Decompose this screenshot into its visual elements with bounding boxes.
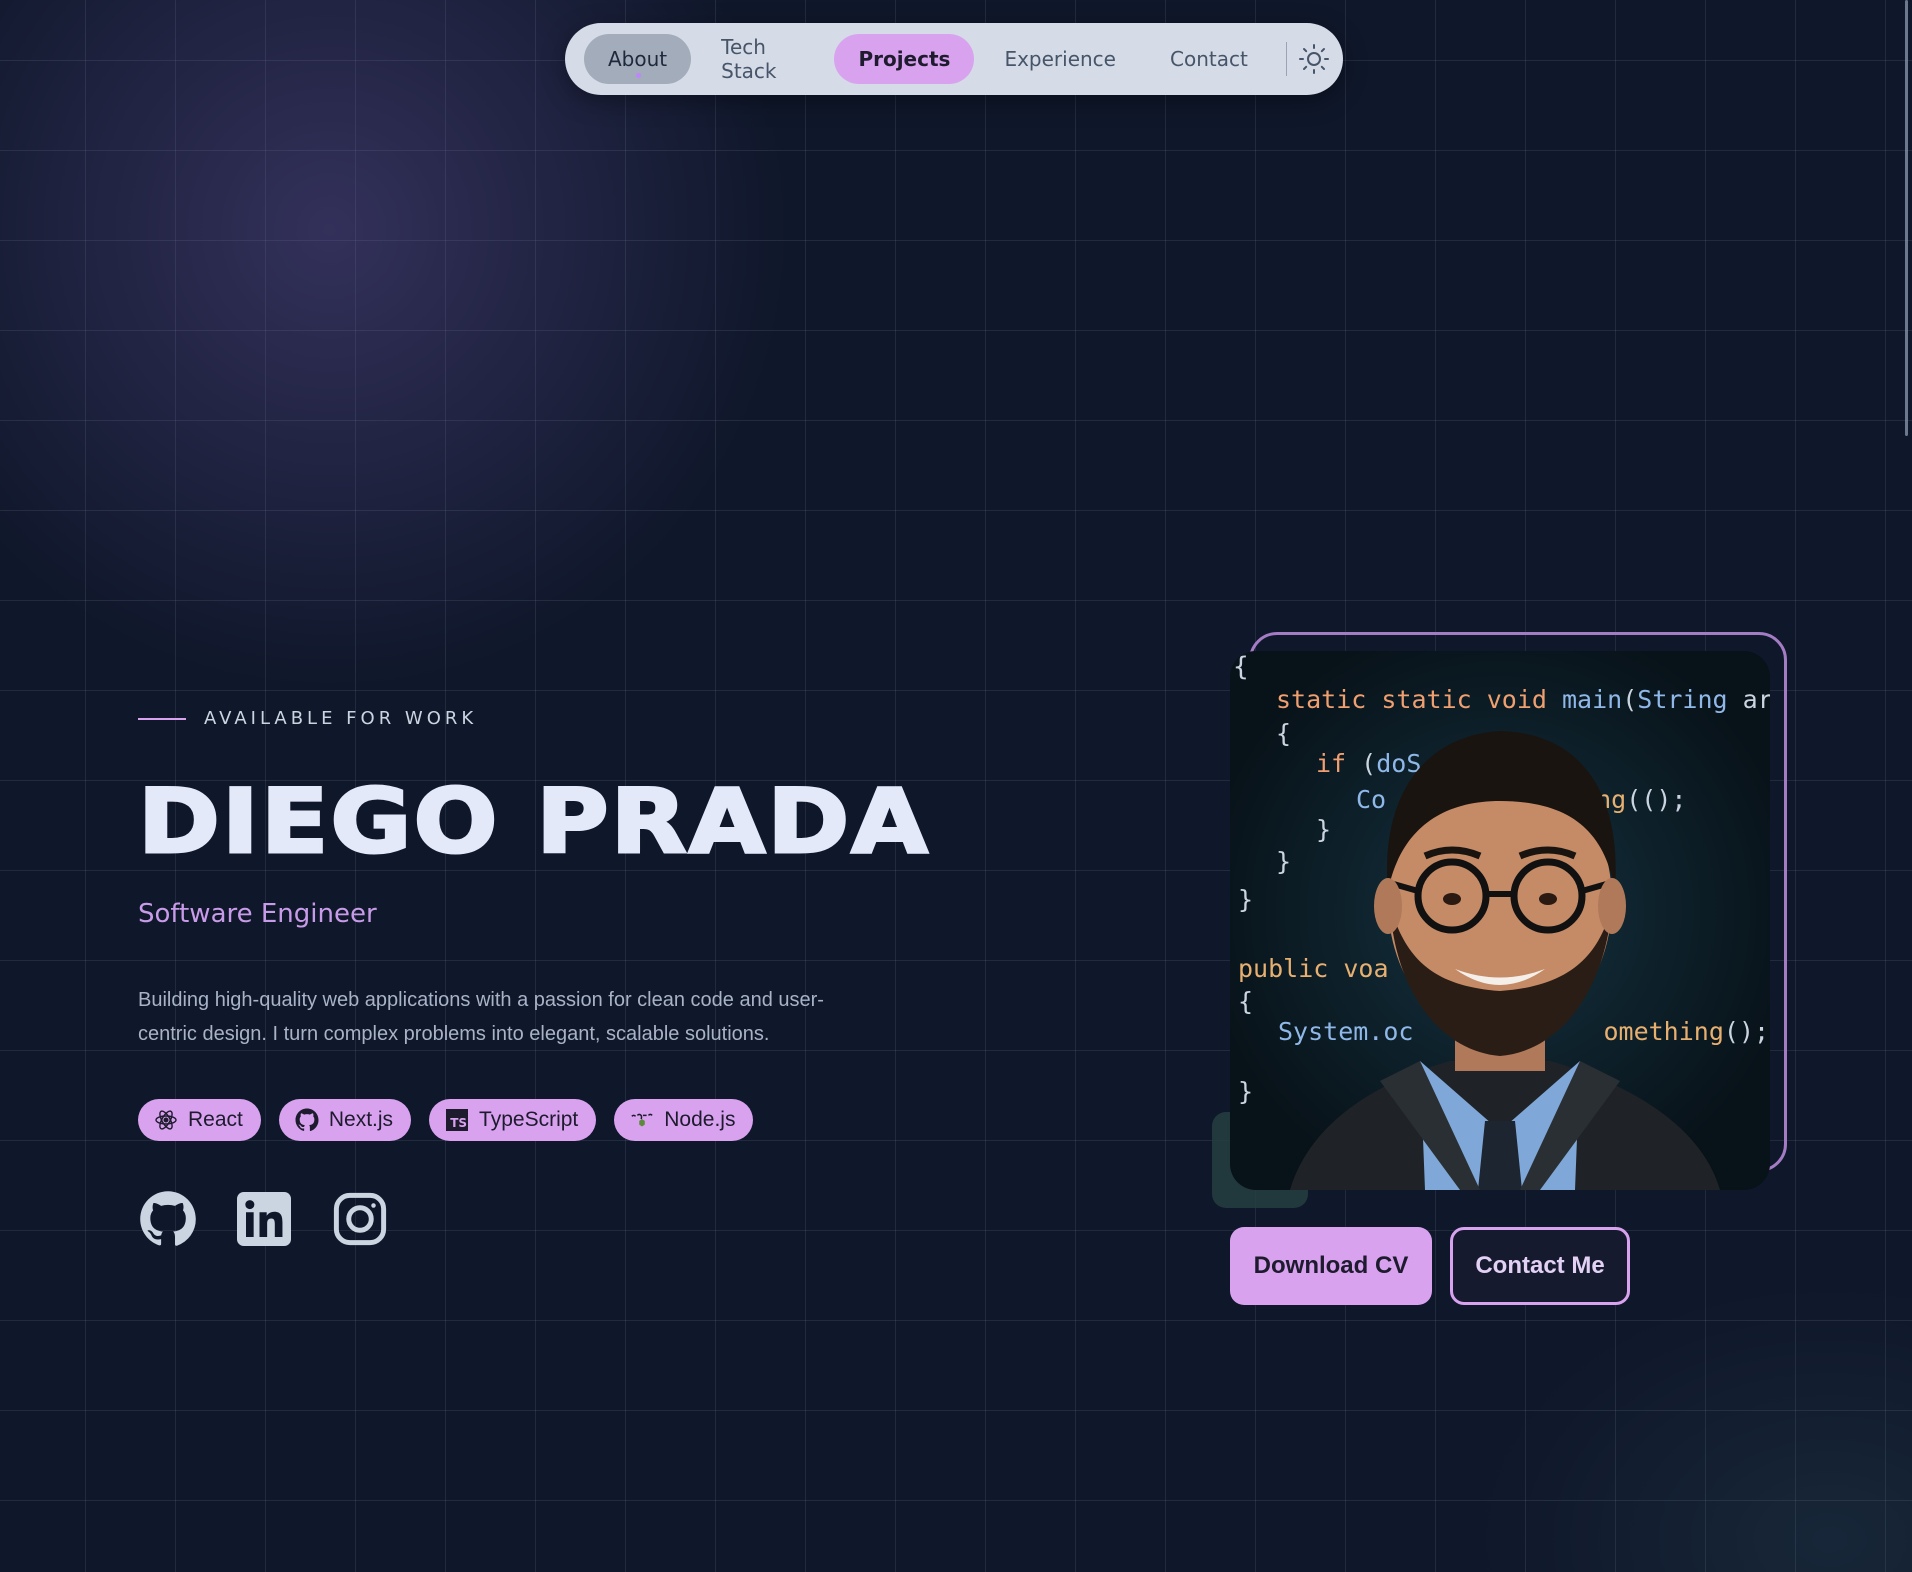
hero-name: DIEGO PRADA: [136, 770, 930, 873]
nav-hover-dot: [635, 73, 641, 78]
tag-typescript: TS TypeScript: [429, 1099, 597, 1141]
theme-toggle-button[interactable]: [1297, 37, 1331, 81]
profile-photo: static static void main(String args { if…: [1230, 651, 1770, 1190]
nav-item-label: Projects: [858, 47, 951, 71]
nodejs-icon: [630, 1108, 654, 1132]
tag-nodejs: Node.js: [614, 1099, 754, 1141]
tag-label: React: [188, 1108, 243, 1131]
sun-icon: [1298, 44, 1329, 74]
social-links: [138, 1189, 426, 1249]
nav-item-label: Contact: [1170, 47, 1248, 71]
tech-tags: React Next.js TS TypeScript Node.js: [138, 1099, 771, 1141]
tag-label: Node.js: [664, 1108, 736, 1131]
download-cv-button[interactable]: Download CV: [1230, 1227, 1432, 1305]
typescript-icon: TS: [445, 1108, 469, 1132]
page-scrollbar[interactable]: [1905, 0, 1908, 436]
hero-description: Building high-quality web applications w…: [138, 989, 824, 1045]
availability-line: [138, 717, 186, 720]
linkedin-link[interactable]: [234, 1189, 294, 1249]
instagram-icon: [333, 1192, 387, 1246]
tag-nextjs: Next.js: [278, 1099, 412, 1141]
nav-item-label: About: [608, 47, 668, 71]
react-icon: [154, 1108, 178, 1132]
person-portrait: [1290, 731, 1720, 1190]
tag-react: React: [138, 1099, 261, 1141]
github-link[interactable]: [138, 1189, 198, 1249]
availability-label: AVAILABLE FOR WORK: [138, 708, 477, 729]
contact-me-button[interactable]: Contact Me: [1450, 1227, 1630, 1305]
code-brace: {: [1233, 652, 1249, 682]
nav-divider: [1285, 42, 1287, 76]
nav-item-label: Tech Stack: [721, 35, 777, 83]
nav-item-label: Experience: [1004, 47, 1116, 71]
tag-label: TypeScript: [479, 1108, 579, 1131]
availability-text: AVAILABLE FOR WORK: [204, 708, 478, 729]
typescript-badge: TS: [446, 1109, 469, 1131]
top-nav: About Tech Stack Projects Experience Con…: [565, 23, 1343, 95]
nav-item-contact[interactable]: Contact: [1146, 34, 1272, 84]
tag-label: Next.js: [328, 1108, 394, 1131]
hero-role: Software Engineer: [138, 899, 377, 929]
linkedin-icon: [237, 1192, 291, 1246]
github-icon: [295, 1108, 319, 1132]
github-icon: [140, 1191, 196, 1246]
instagram-link[interactable]: [330, 1189, 390, 1249]
nav-item-tech-stack[interactable]: Tech Stack: [697, 34, 828, 84]
nav-item-projects[interactable]: Projects: [834, 34, 975, 84]
nav-item-about[interactable]: About: [584, 34, 692, 84]
nav-item-experience[interactable]: Experience: [980, 34, 1140, 84]
